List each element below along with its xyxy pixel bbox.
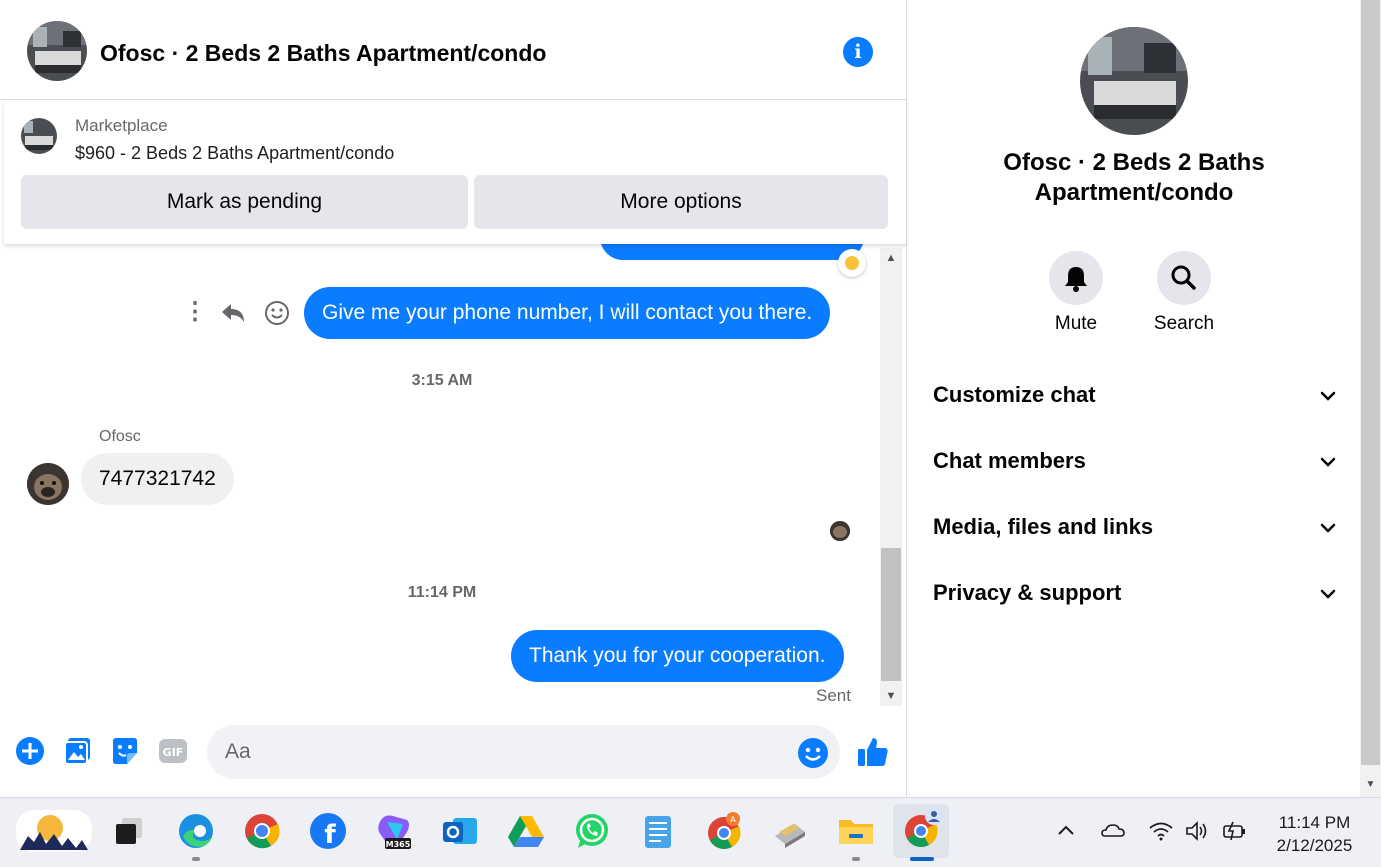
plus-icon[interactable] bbox=[14, 735, 46, 767]
section-chat-members[interactable]: Chat members bbox=[933, 442, 1338, 482]
section-label: Privacy & support bbox=[933, 580, 1122, 605]
mute-button[interactable] bbox=[1049, 251, 1103, 305]
section-privacy-support[interactable]: Privacy & support bbox=[933, 574, 1338, 614]
page-scrollbar[interactable]: ▼ bbox=[1360, 0, 1381, 797]
listing-avatar-large[interactable] bbox=[1080, 27, 1188, 135]
mute-label: Mute bbox=[1054, 313, 1098, 334]
section-label: Media, files and links bbox=[933, 514, 1154, 539]
sticker-icon[interactable] bbox=[109, 735, 141, 767]
reaction-icon[interactable] bbox=[838, 249, 866, 277]
message-scrollbar[interactable]: ▲ ▼ bbox=[880, 248, 902, 706]
more-options-button[interactable]: More options bbox=[474, 175, 888, 229]
listing-thumbnail[interactable] bbox=[21, 118, 57, 154]
usb-drive-icon[interactable] bbox=[769, 810, 811, 852]
taskbar: f M365 A 11:14 PM 2/12/2025 bbox=[0, 797, 1381, 867]
marketplace-label: Marketplace bbox=[75, 116, 168, 135]
chevron-down-icon bbox=[1320, 523, 1336, 533]
active-indicator bbox=[910, 857, 934, 861]
chat-pane: Ofosc · 2 Beds 2 Baths Apartment/condo i… bbox=[0, 0, 906, 797]
more-vertical-icon[interactable]: ⋮ bbox=[180, 298, 210, 328]
search-label: Search bbox=[1153, 313, 1215, 334]
listing-avatar[interactable] bbox=[27, 21, 87, 81]
battery-charging-icon[interactable] bbox=[1221, 818, 1247, 844]
mark-as-pending-button[interactable]: Mark as pending bbox=[21, 175, 468, 229]
whatsapp-icon[interactable] bbox=[571, 810, 613, 852]
chevron-down-icon bbox=[1320, 391, 1336, 401]
reply-icon[interactable] bbox=[218, 298, 248, 328]
thumbs-up-icon[interactable] bbox=[855, 734, 891, 770]
chevron-up-icon[interactable] bbox=[1053, 818, 1079, 844]
message-timestamp: 11:14 PM bbox=[407, 584, 477, 601]
react-emoji-icon[interactable] bbox=[262, 298, 292, 328]
running-indicator bbox=[192, 857, 200, 861]
svg-text:f: f bbox=[324, 820, 336, 850]
sender-avatar[interactable] bbox=[27, 463, 69, 505]
chevron-down-icon bbox=[1320, 589, 1336, 599]
composer: GIF bbox=[0, 718, 906, 788]
listing-price-title[interactable]: $960 - 2 Beds 2 Baths Apartment/condo bbox=[75, 143, 394, 164]
wifi-icon[interactable] bbox=[1148, 818, 1174, 844]
chat-title[interactable]: Ofosc · 2 Beds 2 Baths Apartment/condo bbox=[100, 40, 546, 67]
file-explorer-icon[interactable] bbox=[835, 810, 877, 852]
info-icon[interactable]: i bbox=[843, 37, 873, 67]
svg-text:M365: M365 bbox=[386, 840, 411, 849]
volume-icon[interactable] bbox=[1184, 818, 1210, 844]
message-bubble-outgoing[interactable]: Give me your phone number, I will contac… bbox=[304, 287, 831, 339]
scroll-down-icon[interactable]: ▼ bbox=[880, 686, 902, 706]
running-indicator bbox=[852, 857, 860, 861]
m365-copilot-icon[interactable]: M365 bbox=[373, 810, 415, 852]
task-view-icon[interactable] bbox=[108, 810, 150, 852]
svg-text:A: A bbox=[730, 815, 736, 824]
section-customize-chat[interactable]: Customize chat bbox=[933, 376, 1338, 416]
outlook-icon[interactable] bbox=[439, 810, 481, 852]
svg-text:GIF: GIF bbox=[163, 746, 184, 759]
clock[interactable]: 11:14 PM 2/12/2025 bbox=[1262, 811, 1367, 857]
scroll-down-icon[interactable]: ▼ bbox=[1360, 775, 1381, 795]
message-bubble-outgoing-previous[interactable] bbox=[600, 244, 864, 260]
weather-icon[interactable] bbox=[16, 810, 92, 852]
gif-icon[interactable]: GIF bbox=[157, 735, 189, 767]
message-list: ⋮ Give me your phone number, I will cont… bbox=[4, 244, 880, 706]
search-button[interactable] bbox=[1157, 251, 1211, 305]
message-input[interactable] bbox=[225, 725, 795, 779]
sender-name: Ofosc bbox=[99, 428, 141, 445]
clock-date: 2/12/2025 bbox=[1276, 836, 1353, 855]
sent-status: Sent bbox=[816, 686, 851, 705]
conversation-title: Ofosc · 2 Beds 2 Baths Apartment/condo bbox=[1003, 149, 1265, 206]
emoji-icon[interactable] bbox=[797, 737, 829, 769]
google-drive-icon[interactable] bbox=[505, 810, 547, 852]
facebook-icon[interactable]: f bbox=[307, 810, 349, 852]
message-timestamp: 3:15 AM bbox=[411, 372, 473, 389]
seen-by-avatar bbox=[830, 521, 850, 541]
chrome-icon[interactable] bbox=[241, 810, 283, 852]
conversation-info-pane: Ofosc · 2 Beds 2 Baths Apartment/condo M… bbox=[906, 0, 1360, 797]
section-label: Customize chat bbox=[933, 382, 1096, 407]
message-input-box[interactable] bbox=[207, 725, 840, 779]
message-bubble-incoming[interactable]: 7477321742 bbox=[81, 453, 234, 505]
chrome-profile-icon[interactable]: A bbox=[703, 810, 745, 852]
onedrive-icon[interactable] bbox=[1100, 818, 1126, 844]
scroll-up-icon[interactable]: ▲ bbox=[880, 248, 902, 268]
chat-header: Ofosc · 2 Beds 2 Baths Apartment/condo i bbox=[0, 0, 906, 100]
clock-time: 11:14 PM bbox=[1278, 813, 1351, 832]
message-bubble-outgoing[interactable]: Thank you for your cooperation. bbox=[511, 630, 844, 682]
section-label: Chat members bbox=[933, 448, 1086, 473]
chrome-active-icon[interactable] bbox=[893, 804, 949, 858]
scroll-thumb[interactable] bbox=[881, 548, 901, 681]
marketplace-card: Marketplace $960 - 2 Beds 2 Baths Apartm… bbox=[4, 100, 906, 244]
chevron-down-icon bbox=[1320, 457, 1336, 467]
photo-icon[interactable] bbox=[62, 735, 94, 767]
edge-icon[interactable] bbox=[175, 810, 217, 852]
page-scroll-thumb[interactable] bbox=[1361, 0, 1380, 765]
notepad-icon[interactable] bbox=[637, 810, 679, 852]
section-media-files-links[interactable]: Media, files and links bbox=[933, 508, 1338, 548]
